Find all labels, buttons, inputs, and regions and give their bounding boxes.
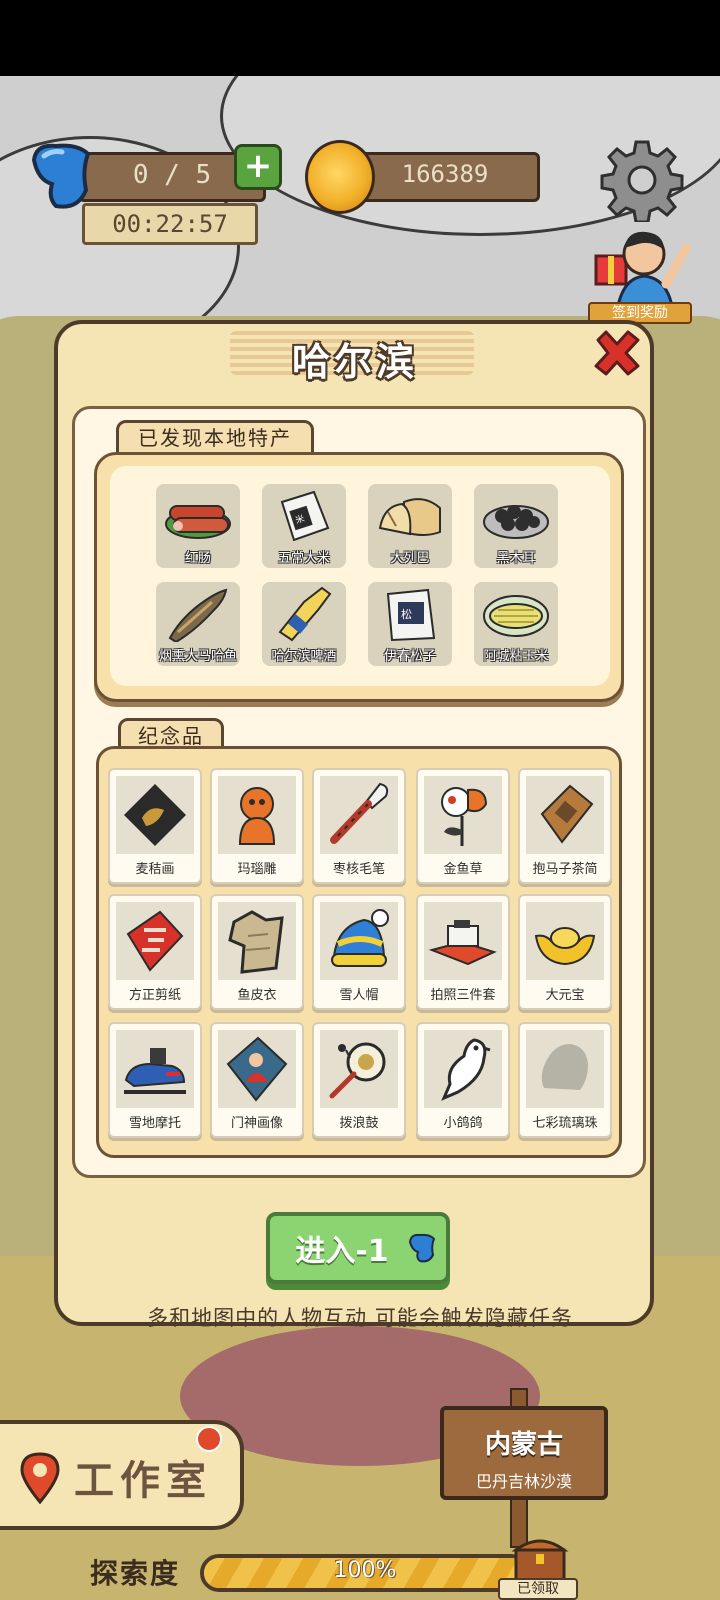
- specialty-label: 大列巴: [390, 551, 430, 566]
- souvenir-item[interactable]: 玛瑙雕: [210, 768, 304, 884]
- specialty-item[interactable]: 黑木耳: [474, 484, 558, 568]
- souvenir-label: 枣核毛笔: [332, 862, 385, 877]
- souvenir-label: 鱼皮衣: [237, 988, 277, 1003]
- souvenir-item[interactable]: 抱马子茶简: [518, 768, 612, 884]
- specialty-label: 烟熏大马哈鱼: [158, 649, 237, 664]
- snowmobile-icon: [124, 1048, 186, 1094]
- snow-hat-icon: [331, 909, 389, 967]
- specialty-item[interactable]: 米 五常大米: [262, 484, 346, 568]
- specialty-label: 黑木耳: [496, 551, 536, 566]
- rice-bag-icon: 米: [280, 490, 330, 542]
- souvenir-item[interactable]: 金鱼草: [416, 768, 510, 884]
- tea-packet-icon: [540, 784, 594, 844]
- specialty-label: 红肠: [184, 551, 211, 566]
- glass-bead-silhouette-icon: [541, 1044, 588, 1090]
- souvenir-item[interactable]: 拨浪鼓: [312, 1022, 406, 1138]
- corn-icon: [483, 595, 549, 637]
- specialty-section-label: 已发现本地特产: [116, 420, 314, 456]
- notification-dot: [196, 1426, 222, 1452]
- pigeon-icon: [441, 1038, 491, 1101]
- straw-painting-icon: [124, 784, 186, 846]
- region-subname: 巴丹吉林沙漠: [475, 1472, 572, 1491]
- specialty-label: 伊春松子: [383, 649, 436, 664]
- studio-label: 工作室: [74, 1458, 212, 1504]
- souvenir-item[interactable]: 雪地摩托: [108, 1022, 202, 1138]
- bread-icon: [378, 498, 441, 536]
- souvenir-item[interactable]: 七彩琉璃珠: [518, 1022, 612, 1138]
- smoked-fish-icon: [168, 588, 228, 642]
- agate-carving-icon: [238, 787, 276, 845]
- svg-text:松: 松: [401, 607, 412, 621]
- status-bar: [0, 0, 720, 76]
- specialty-item[interactable]: 松 伊春松子: [368, 582, 452, 666]
- souvenir-label: 金鱼草: [443, 862, 483, 877]
- rattle-drum-icon: [329, 1042, 386, 1099]
- specialty-item[interactable]: 烟熏大马哈鱼: [156, 582, 240, 666]
- snapdragon-flower-icon: [441, 787, 488, 846]
- coin-count: 166389: [401, 160, 489, 188]
- beer-bottle-icon: [278, 586, 332, 642]
- souvenir-label: 门神画像: [230, 1116, 283, 1131]
- specialty-item[interactable]: 阿城粘玉米: [474, 582, 558, 666]
- specialty-item[interactable]: 哈尔滨啤酒: [262, 582, 346, 666]
- dialog-title: 哈尔滨: [291, 340, 418, 384]
- specialty-label: 五常大米: [277, 551, 330, 566]
- specialty-label: 哈尔滨啤酒: [271, 649, 337, 664]
- gold-ingot-icon: [534, 927, 596, 966]
- enter-button-label: 进入-1: [295, 1234, 389, 1269]
- souvenir-item[interactable]: 大元宝: [518, 894, 612, 1010]
- souvenir-item[interactable]: 方正剪纸: [108, 894, 202, 1010]
- energy-drop-icon: [31, 143, 91, 209]
- region-name: 内蒙古: [484, 1430, 563, 1460]
- souvenir-item[interactable]: 麦秸画: [108, 768, 202, 884]
- specialty-item[interactable]: 红肠: [156, 484, 240, 568]
- souvenir-label: 麦秸画: [135, 862, 175, 877]
- hint-text: 多和地图中的人物互动 可能会触发隐藏任务: [147, 1306, 573, 1330]
- souvenir-label: 拨浪鼓: [339, 1116, 379, 1131]
- treasure-chest-icon[interactable]: [510, 1532, 570, 1582]
- fish-skin-coat-icon: [228, 910, 284, 974]
- explore-progress-value: 100%: [333, 1558, 397, 1583]
- specialty-item[interactable]: 大列巴: [368, 484, 452, 568]
- souvenir-item[interactable]: 雪人帽: [312, 894, 406, 1010]
- black-fungus-icon: [483, 505, 549, 539]
- sausage-icon: [165, 505, 231, 539]
- souvenir-label: 小鸽鸽: [443, 1116, 483, 1131]
- close-icon[interactable]: [592, 328, 642, 378]
- add-energy-button[interactable]: +: [234, 144, 282, 190]
- location-pin-icon: [20, 1452, 60, 1504]
- souvenir-item[interactable]: 门神画像: [210, 1022, 304, 1138]
- souvenir-label: 玛瑙雕: [237, 862, 277, 877]
- souvenir-label: 七彩琉璃珠: [532, 1116, 598, 1131]
- coin-icon: [305, 140, 375, 214]
- souvenir-label: 雪地摩托: [128, 1116, 181, 1131]
- souvenir-label: 大元宝: [545, 988, 585, 1003]
- souvenir-item[interactable]: 小鸽鸽: [416, 1022, 510, 1138]
- souvenir-item[interactable]: 拍照三件套: [416, 894, 510, 1010]
- souvenir-label: 抱马子茶简: [532, 862, 598, 877]
- pine-nut-bag-icon: 松: [386, 588, 436, 642]
- door-god-icon: [226, 1036, 288, 1102]
- explore-label: 探索度: [90, 1557, 181, 1590]
- paper-cut-icon: [126, 910, 184, 972]
- energy-timer: 00:22:57: [82, 203, 258, 245]
- claimed-label: 已领取: [498, 1578, 578, 1600]
- souvenir-label: 方正剪纸: [128, 988, 181, 1003]
- souvenir-label: 拍照三件套: [430, 988, 496, 1003]
- energy-drop-icon: [408, 1233, 436, 1263]
- souvenir-item[interactable]: 枣核毛笔: [312, 768, 406, 884]
- photo-props-icon: [428, 920, 497, 966]
- specialty-label: 阿城粘玉米: [483, 649, 549, 664]
- brush-pen-icon: [330, 782, 389, 844]
- souvenir-label: 雪人帽: [339, 988, 379, 1003]
- souvenir-item[interactable]: 鱼皮衣: [210, 894, 304, 1010]
- gear-icon[interactable]: [600, 138, 684, 222]
